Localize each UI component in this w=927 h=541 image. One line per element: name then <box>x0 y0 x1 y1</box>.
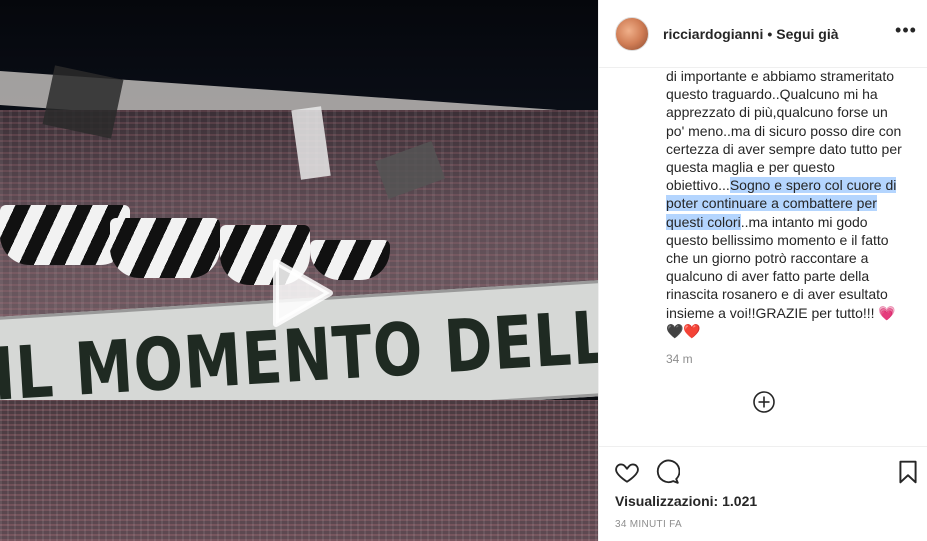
caption-time: 34 m <box>666 352 693 366</box>
post-viewer: IL MOMENTO DELLA VERITA DINOS ricciardog… <box>0 0 927 541</box>
video-player[interactable]: IL MOMENTO DELLA VERITA DINOS <box>0 0 598 541</box>
caption-part: di importante e abbiamo strameritato que… <box>666 68 902 194</box>
following-button[interactable]: Segui già <box>776 26 838 42</box>
crowd-lower <box>0 400 598 541</box>
plus-circle-icon[interactable] <box>753 391 775 413</box>
post-timestamp[interactable]: 34 MINUTI FA <box>615 519 682 530</box>
separator-dot: • <box>767 25 773 42</box>
action-bar: Visualizzazioni: 1.021 34 MINUTI FA <box>599 446 927 530</box>
views-value: 1.021 <box>722 493 758 509</box>
more-options-icon[interactable]: ••• <box>894 18 918 42</box>
comment-icon[interactable] <box>654 459 680 485</box>
bookmark-icon[interactable] <box>895 459 921 485</box>
post-sidebar: ricciardogianni • Segui già ••• di impor… <box>598 0 927 541</box>
post-header: ricciardogianni • Segui già ••• <box>599 0 927 68</box>
heart-icon[interactable] <box>614 459 640 485</box>
caption-part: ..ma intanto mi godo questo bellissimo m… <box>666 213 896 339</box>
play-icon[interactable] <box>262 256 336 330</box>
avatar[interactable] <box>615 16 649 51</box>
username-link[interactable]: ricciardogianni <box>663 26 763 42</box>
striped-flag <box>110 218 220 278</box>
caption-text: di importante e abbiamo strameritato que… <box>666 68 906 340</box>
views-label: Visualizzazioni: <box>615 493 719 509</box>
views-count[interactable]: Visualizzazioni: 1.021 <box>615 493 757 509</box>
caption-area: di importante e abbiamo strameritato que… <box>599 68 927 446</box>
header-text: ricciardogianni • Segui già <box>663 26 839 42</box>
